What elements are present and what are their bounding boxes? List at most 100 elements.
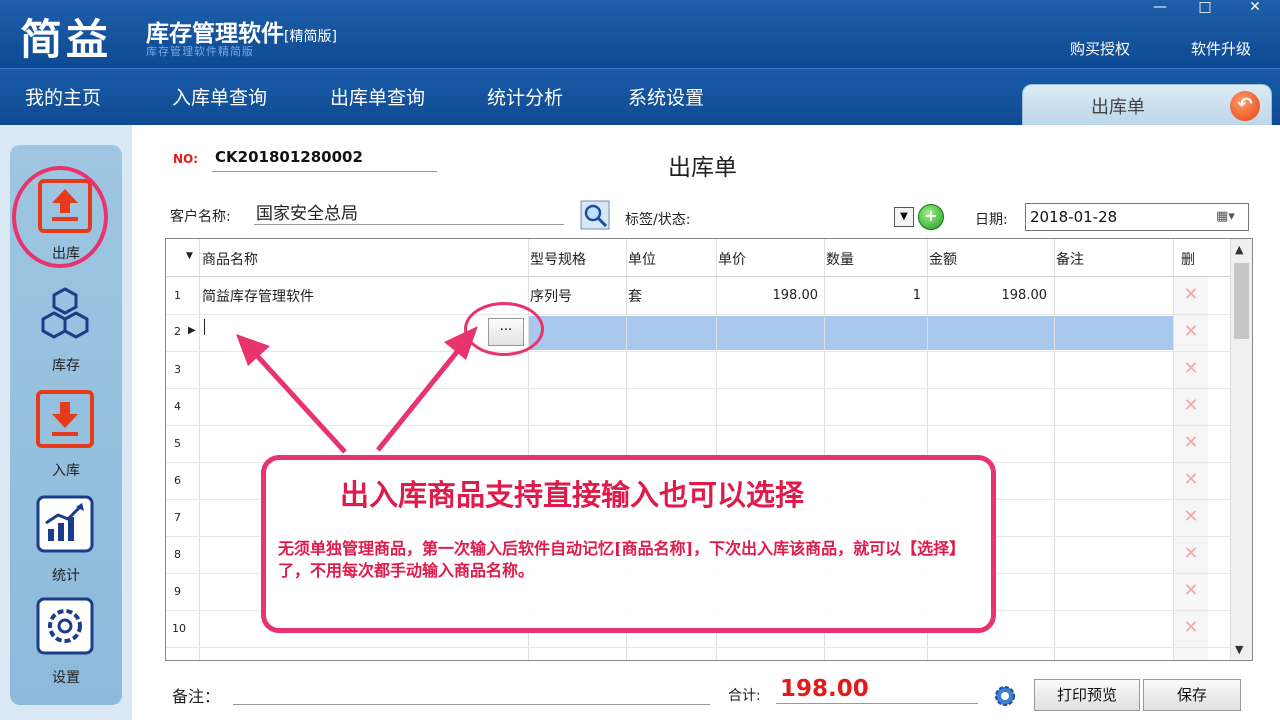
column-header-qty[interactable]: 数量: [826, 249, 854, 269]
remark-label: 备注：: [172, 687, 221, 706]
row-pointer-icon: ▶: [188, 325, 196, 336]
app-edition: [精简版]: [284, 29, 337, 45]
minimize-button[interactable]: —: [1145, 0, 1175, 18]
total-label: 合计:: [728, 688, 761, 704]
close-button[interactable]: ✕: [1240, 0, 1270, 18]
text-cursor: [204, 319, 205, 335]
cell-qty[interactable]: 1: [826, 288, 921, 303]
cell-amount[interactable]: 198.00: [929, 288, 1048, 303]
nav-outbound-query[interactable]: 出库单查询: [330, 83, 425, 110]
row-number: 7: [174, 511, 181, 524]
customer-input[interactable]: 国家安全总局: [256, 199, 358, 224]
maximize-button[interactable]: □: [1190, 0, 1220, 18]
grid-header-divider: [166, 276, 1232, 277]
grid-column-divider: [1054, 239, 1055, 660]
grid-column-divider: [199, 239, 200, 660]
delete-row-icon[interactable]: ✕: [1182, 360, 1200, 378]
grid-column-divider: [1173, 239, 1174, 660]
customer-label: 客户名称:: [170, 209, 231, 225]
delete-row-icon[interactable]: ✕: [1182, 545, 1200, 563]
upgrade-link[interactable]: 软件升级: [1191, 38, 1251, 59]
chart-icon: [36, 495, 94, 553]
tab-outbound-order[interactable]: 出库单 ↶: [1022, 84, 1272, 126]
total-value: 198.00: [780, 676, 869, 702]
row-number: 8: [174, 548, 181, 561]
nav-inbound-query[interactable]: 入库单查询: [172, 83, 267, 110]
app-subtitle: 库存管理软件精简版: [146, 45, 254, 58]
grid-row-divider: [166, 647, 1232, 648]
buy-license-link[interactable]: 购买授权: [1070, 38, 1130, 59]
grid-scrollbar[interactable]: ▲ ▼: [1230, 239, 1252, 660]
order-no-underline: [212, 171, 437, 172]
total-underline: [776, 703, 978, 704]
column-header-remark[interactable]: 备注: [1056, 249, 1084, 269]
grid-row-divider: [166, 388, 1232, 389]
nav-settings[interactable]: 系统设置: [628, 83, 704, 110]
delete-row-icon[interactable]: ✕: [1182, 397, 1200, 415]
inbound-icon: [36, 390, 94, 448]
row-number: 1: [174, 289, 181, 302]
delete-row-icon[interactable]: ✕: [1182, 434, 1200, 452]
tag-dropdown-button[interactable]: ▼: [894, 207, 914, 227]
date-value: 2018-01-28: [1030, 208, 1118, 226]
delete-row-icon[interactable]: ✕: [1182, 619, 1200, 637]
row-number: 10: [172, 622, 186, 635]
column-header-spec[interactable]: 型号规格: [530, 249, 586, 269]
calendar-icon[interactable]: ▦▾: [1216, 209, 1235, 224]
cell-unit[interactable]: 套: [628, 286, 642, 306]
grid-row-divider: [166, 351, 1232, 352]
delete-row-icon[interactable]: ✕: [1182, 582, 1200, 600]
sidebar-item-inventory[interactable]: 库存: [10, 283, 122, 383]
settings-gear-icon[interactable]: [993, 684, 1017, 708]
back-icon[interactable]: ↶: [1230, 91, 1260, 121]
tag-status-label: 标签/状态:: [625, 212, 691, 228]
column-header-amount[interactable]: 金额: [929, 249, 957, 269]
sidebar-label-settings: 设置: [52, 670, 80, 686]
customer-underline: [254, 224, 564, 225]
sidebar-item-settings[interactable]: 设置: [10, 595, 122, 695]
add-tag-icon[interactable]: +: [918, 204, 944, 230]
row-number: 4: [174, 400, 181, 413]
annotation-text: 无须单独管理商品，第一次输入后软件自动记忆[商品名称]，下次出入库该商品，就可以…: [278, 539, 966, 580]
header-sort-icon[interactable]: ▼: [186, 251, 193, 261]
save-button[interactable]: 保存: [1143, 679, 1241, 711]
sidebar-item-inbound[interactable]: 入库: [10, 388, 122, 488]
column-header-price[interactable]: 单价: [718, 249, 746, 269]
cell-product-name[interactable]: 简益库存管理软件: [202, 286, 314, 306]
annotation-title: 出入库商品支持直接输入也可以选择: [340, 478, 805, 512]
row-number: 6: [174, 474, 181, 487]
cell-price[interactable]: 198.00: [718, 288, 819, 303]
scroll-thumb[interactable]: [1234, 263, 1249, 339]
cell-spec[interactable]: 序列号: [530, 286, 572, 306]
highlight-ring-outbound: [12, 166, 108, 268]
order-no-label: NO:: [173, 152, 199, 166]
column-header-name[interactable]: 商品名称: [202, 249, 258, 269]
sidebar-label-inbound: 入库: [52, 463, 80, 479]
tab-outbound-label: 出库单: [1091, 97, 1145, 118]
delete-row-icon[interactable]: ✕: [1182, 323, 1200, 341]
grid-row-divider: [166, 314, 1232, 315]
title-bar: 简益 库存管理软件[精简版] 库存管理软件精简版 — □ ✕ 购买授权 软件升级: [0, 0, 1280, 68]
column-header-unit[interactable]: 单位: [628, 249, 656, 269]
customer-search-icon[interactable]: [580, 200, 610, 230]
delete-row-icon[interactable]: ✕: [1182, 286, 1200, 304]
sidebar-label-statistics: 统计: [52, 568, 80, 584]
row-number: 2: [174, 325, 181, 338]
date-label: 日期:: [975, 212, 1008, 228]
column-header-delete: 删: [1181, 252, 1195, 268]
inventory-cubes-icon: [41, 287, 89, 339]
nav-statistics[interactable]: 统计分析: [487, 83, 563, 110]
delete-row-icon[interactable]: ✕: [1182, 508, 1200, 526]
row-number: 3: [174, 363, 181, 376]
scroll-down-icon[interactable]: ▼: [1235, 643, 1243, 656]
remark-input[interactable]: [233, 704, 710, 705]
date-picker[interactable]: 2018-01-28 ▦▾: [1025, 203, 1249, 231]
delete-row-icon[interactable]: ✕: [1182, 471, 1200, 489]
sidebar-label-inventory: 库存: [52, 358, 80, 374]
print-preview-button[interactable]: 打印预览: [1034, 679, 1140, 711]
sidebar-item-statistics[interactable]: 统计: [10, 493, 122, 593]
form-title: 出库单: [668, 155, 737, 181]
highlight-ring-select: [464, 302, 544, 356]
nav-home[interactable]: 我的主页: [25, 83, 101, 110]
scroll-up-icon[interactable]: ▲: [1235, 243, 1243, 256]
